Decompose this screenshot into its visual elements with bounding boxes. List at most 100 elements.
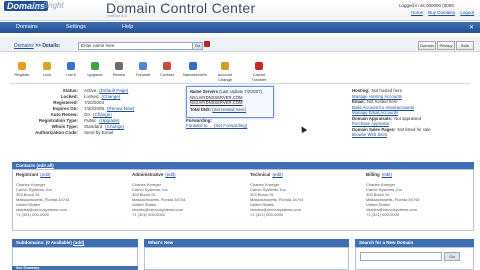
- toolbar-icon: [43, 62, 51, 70]
- detail-value: Active (Default Page): [84, 88, 128, 93]
- contact-column-heading: Billing (edit): [366, 172, 392, 177]
- detail-label: Registration Type:: [38, 118, 78, 123]
- detail-value: Public (Upgrade): [84, 118, 120, 123]
- toolbar-button-2[interactable]: List it: [61, 62, 81, 77]
- detail-action-link[interactable]: (Change): [105, 124, 124, 129]
- contact-column-heading: Administrative (edit): [132, 172, 176, 177]
- toolbar-button-3[interactable]: Upgrade: [85, 62, 105, 77]
- contact-edit-link[interactable]: (edit): [272, 172, 282, 177]
- breadcrumb-strip: [0, 37, 480, 52]
- toolbar-button-9[interactable]: Cancel Transfer: [249, 62, 269, 82]
- detail-action-link[interactable]: (Renew Now): [107, 106, 134, 111]
- toolbar-label: Renew: [112, 72, 126, 77]
- subdomains-add-link[interactable]: (add): [73, 240, 84, 245]
- bulk-button[interactable]: Bulk: [456, 41, 474, 50]
- buy-domains-link[interactable]: Buy Domains: [428, 10, 455, 15]
- contacts-title: Contacts: [16, 163, 36, 168]
- nameservers-box[interactable]: Name Servers (Last Update 7/2/2007) NS1.…: [186, 86, 274, 118]
- right-info-heading: Domain Sales Pages:: [352, 126, 396, 132]
- toolbar-button-4[interactable]: Renew: [109, 62, 129, 77]
- detail-value-text: Active: [84, 88, 97, 93]
- right-info-link[interactable]: Manage Hosting Accounts: [352, 94, 402, 99]
- go-button[interactable]: Go: [192, 42, 203, 50]
- toolbar-label: Cancel Transfer: [251, 72, 267, 82]
- detail-label: Status:: [62, 88, 78, 93]
- toolbar-icon: [139, 62, 147, 70]
- contact-role: Billing: [366, 172, 380, 177]
- detail-label: Expires On:: [52, 106, 78, 111]
- detail-value-text: Public: [84, 118, 97, 123]
- nav-settings[interactable]: Settings: [66, 24, 86, 30]
- nav-help[interactable]: Help: [122, 24, 133, 30]
- contact-edit-link[interactable]: (edit): [382, 172, 392, 177]
- contact-role: Technical: [250, 172, 271, 177]
- mouse-cursor-icon: [298, 124, 308, 134]
- toolbar-button-8[interactable]: Account Change: [215, 62, 235, 82]
- right-info-link[interactable]: Browse Web Sites: [352, 132, 387, 137]
- logged-in-status: Logged in as 000000 (0000: [399, 3, 454, 8]
- contact-role: Registrant: [16, 172, 39, 177]
- total-dns-link[interactable]: (Set Hosted Here): [212, 107, 246, 112]
- toolbar-icon: [163, 62, 171, 70]
- right-info-heading: Email:: [352, 99, 365, 104]
- toolbar-icon: [91, 62, 99, 70]
- contact-role: Administrative: [132, 172, 164, 177]
- toolbar-label: Register: [14, 72, 30, 77]
- logout-link[interactable]: Logout: [460, 10, 474, 15]
- detail-value-text: Standard: [84, 124, 103, 129]
- contacts-header: Contacts (edit all): [12, 162, 474, 169]
- detail-value-text: 7/20/2004: [84, 100, 105, 105]
- privacy-button[interactable]: Privacy: [437, 41, 455, 50]
- detail-value-text: Locked: [84, 94, 99, 99]
- detail-value-text: 7/20/2009: [84, 106, 105, 111]
- toolbar-button-0[interactable]: Register: [12, 62, 32, 77]
- domain-button[interactable]: Domain: [418, 41, 436, 50]
- toolbar-label: Account Change: [217, 72, 233, 82]
- right-info-row: Domain Appraisals: Not appraised: [352, 116, 421, 121]
- forwarding-link[interactable]: Forward to ... (Set Forwarding): [186, 123, 247, 128]
- detail-label: Locked:: [60, 94, 78, 99]
- right-info-heading: Hosting:: [352, 88, 370, 93]
- right-info-heading: Domain Appraisals:: [352, 115, 393, 121]
- right-info-link[interactable]: Manage Email Accounts: [352, 110, 398, 115]
- home-link[interactable]: Home: [411, 10, 423, 15]
- contact-edit-link[interactable]: (edit): [165, 172, 175, 177]
- detail-action-link[interactable]: (Change): [93, 112, 112, 117]
- domain-search-input[interactable]: Enter name here: [78, 42, 194, 50]
- toolbar-button-5[interactable]: Forward: [133, 62, 153, 77]
- detail-value: 7/20/2009 (Renew Now): [84, 106, 134, 111]
- new-domain-go-button[interactable]: Go: [444, 252, 460, 261]
- detail-action-link[interactable]: (Upgrade): [99, 118, 119, 123]
- contact-column-heading: Registrant (edit): [16, 172, 51, 177]
- breadcrumb-domains[interactable]: Domains: [14, 43, 34, 49]
- detail-action-link[interactable]: (Change): [102, 94, 121, 99]
- toolbar-button-1[interactable]: Lock: [37, 62, 57, 77]
- right-info-text: Not appraised: [394, 115, 421, 121]
- toolbar-label: Lock: [42, 72, 52, 77]
- contacts-edit-all[interactable]: (edit all): [37, 163, 54, 168]
- close-icon[interactable]: ✕: [469, 24, 474, 31]
- clear-icon[interactable]: [204, 41, 210, 47]
- detail-value-text: On: [84, 112, 91, 117]
- detail-value: Locked (Change): [84, 94, 120, 99]
- nav-domains[interactable]: Domains: [16, 24, 38, 30]
- nameserver-2-link[interactable]: NS2.MYDNSSERVER.COM: [190, 100, 243, 105]
- toolbar-button-7[interactable]: Nameservers: [183, 62, 207, 77]
- detail-value: Send by Email: [84, 130, 113, 135]
- toolbar-icon: [67, 62, 75, 70]
- right-info-row: Browse Web Sites: [352, 132, 387, 137]
- detail-action-link[interactable]: (Default Page): [99, 88, 128, 93]
- detail-value: Standard (Change): [84, 124, 124, 129]
- whats-new-panel-header: What's New: [144, 239, 349, 247]
- right-info-row: Manage Email Accounts: [352, 110, 398, 115]
- detail-value-text: Send by Email: [84, 130, 114, 135]
- contact-edit-link[interactable]: (edit): [40, 172, 50, 177]
- right-info-link[interactable]: Purchase Appraisal: [352, 121, 389, 126]
- total-dns-label: Total DNS:: [190, 107, 212, 112]
- right-info-link[interactable]: Build Account for email accounts: [352, 105, 414, 110]
- toolbar-button-6[interactable]: Contact: [157, 62, 177, 77]
- right-info-row: Manage Hosting Accounts: [352, 94, 402, 99]
- new-domain-search-input[interactable]: [360, 252, 442, 261]
- contact-column-heading: Technical (edit): [250, 172, 283, 177]
- search-panel-header: Search for a New Domain: [355, 239, 474, 247]
